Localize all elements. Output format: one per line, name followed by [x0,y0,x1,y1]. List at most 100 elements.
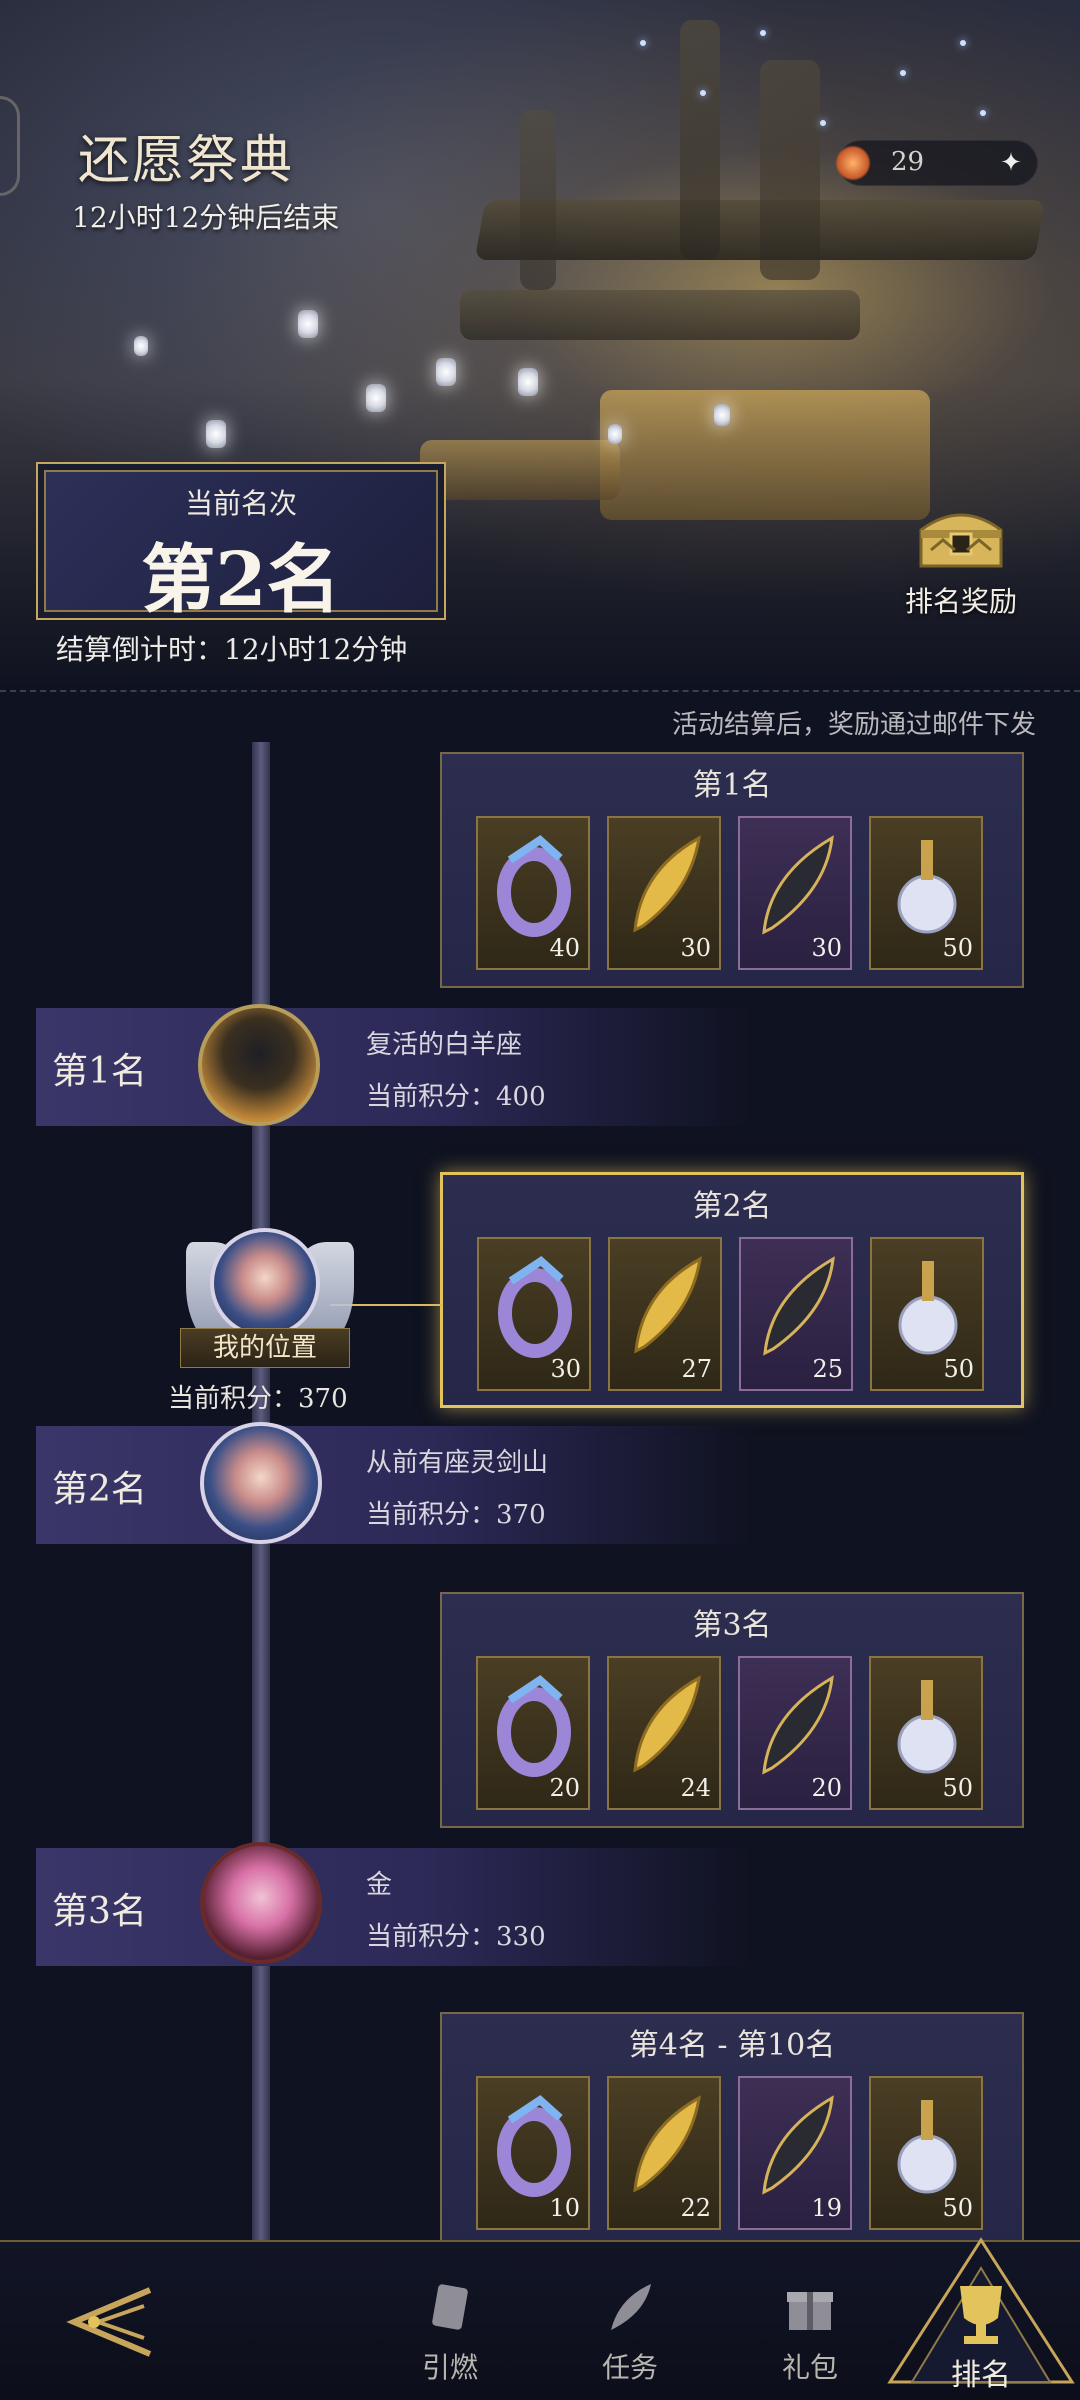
reward-panel-title: 第4名 - 第10名 [628,2028,836,2063]
golden-feather-icon [634,1256,702,1354]
serpent-ring-icon [497,1674,571,1777]
reward-item[interactable]: 20 [476,1656,590,1810]
reward-panel-rank-3: 第3名 20 24 20 50 [440,1592,1024,1828]
card-icon [432,2284,468,2330]
player-name: 复活的白羊座 [366,1030,523,1060]
reward-item[interactable]: 30 [477,1237,591,1391]
reward-item[interactable]: 50 [870,1237,984,1391]
crystal-bottle-icon [897,1680,957,1774]
reward-item[interactable]: 30 [738,816,852,970]
player-name: 从前有座灵剑山 [366,1448,549,1478]
bottom-nav: 引燃 任务 礼包 排名 [0,2237,1080,2400]
home-button[interactable] [54,2276,164,2366]
nav-label: 任务 [601,2351,658,2384]
mail-note: 活动结算后，奖励通过邮件下发 [671,710,1036,740]
settlement-countdown: 结算倒计时：12小时12分钟 [56,633,408,666]
spark-coin-icon [835,145,871,181]
row-rank: 第2名 [52,1469,147,1510]
reward-item[interactable]: 30 [607,816,721,970]
reward-item[interactable]: 19 [738,2076,852,2230]
player-score: 当前积分：330 [366,1922,546,1952]
item-quantity: 50 [943,1355,974,1383]
arrow-emblem-icon [66,2287,152,2357]
reward-panel-title: 第2名 [692,1189,772,1224]
serpent-ring-icon [498,1255,572,1358]
golden-feather-icon [633,2095,701,2193]
nav-label: 引燃 [421,2351,478,2384]
item-quantity: 22 [680,2194,711,2222]
item-quantity: 50 [942,2194,973,2222]
row-rank: 第1名 [52,1051,147,1092]
serpent-ring-icon [497,834,571,937]
rank-reward-label: 排名奖励 [904,585,1017,618]
my-position-marker: 我的位置 [180,1222,360,1402]
reward-item[interactable]: 27 [608,1237,722,1391]
crystal-bottle-icon [897,2100,957,2194]
avatar[interactable] [198,1004,320,1126]
nav-item-gifts[interactable]: 礼包 [750,2278,870,2386]
reward-item[interactable]: 22 [607,2076,721,2230]
reward-panel-rank-1: 第1名 40 30 30 50 [440,752,1024,988]
reward-item[interactable]: 50 [869,1656,983,1810]
player-name: 金 [366,1870,393,1900]
item-quantity: 20 [811,1774,842,1802]
my-position-badge: 我的位置 [180,1328,350,1368]
reward-item[interactable]: 20 [738,1656,852,1810]
nav-item-tasks[interactable]: 任务 [570,2278,690,2386]
add-currency-button[interactable]: ✦ [993,145,1029,181]
avatar[interactable] [200,1842,322,1964]
nav-item-ranking[interactable]: 排名 [882,2232,1080,2400]
quill-icon [611,2284,651,2330]
back-arc-icon[interactable] [0,96,20,196]
reward-item[interactable]: 25 [739,1237,853,1391]
current-rank-card: 当前名次 第2名 [36,462,446,623]
crystal-bottle-icon [897,840,957,934]
divider [0,690,1080,692]
dark-feather-icon [763,1256,835,1356]
event-timer: 12小时12分钟后结束 [72,201,340,234]
leaderboard-row[interactable]: 第1名 复活的白羊座 当前积分：400 [36,1004,756,1126]
item-quantity: 27 [681,1355,712,1383]
current-rank-value: 第2名 [141,537,341,623]
item-quantity: 30 [550,1355,581,1383]
currency-count: 29 [891,147,925,177]
player-score: 当前积分：400 [366,1082,546,1112]
nav-label: 排名 [951,2358,1011,2393]
item-quantity: 40 [549,934,580,962]
leaderboard-row[interactable]: 第3名 金 当前积分：330 [36,1842,756,1966]
dark-feather-icon [762,2095,834,2195]
reward-panel-rank-4-10: 第4名 - 第10名 10 22 19 50 [440,2012,1024,2248]
reward-item[interactable]: 10 [476,2076,590,2230]
my-position-score: 当前积分：370 [168,1384,348,1414]
item-quantity: 20 [549,1774,580,1802]
item-quantity: 50 [942,1774,973,1802]
golden-feather-icon [633,835,701,933]
reward-item[interactable]: 40 [476,816,590,970]
reward-panel-title: 第1名 [692,768,772,803]
nav-label: 礼包 [781,2351,838,2384]
reward-item[interactable]: 24 [607,1656,721,1810]
dark-feather-icon [762,835,834,935]
treasure-chest-icon [913,500,1009,570]
reward-panel-title: 第3名 [692,1608,772,1643]
reward-panel-rank-2: 第2名 30 27 25 50 [440,1172,1024,1408]
avatar[interactable] [200,1422,322,1544]
dark-feather-icon [762,1675,834,1775]
item-quantity: 10 [549,2194,580,2222]
item-quantity: 30 [811,934,842,962]
avatar[interactable] [210,1228,320,1338]
event-title: 还愿祭典 [78,131,295,191]
item-quantity: 24 [680,1774,711,1802]
player-score: 当前积分：370 [366,1500,546,1530]
current-rank-label: 当前名次 [184,487,297,520]
golden-feather-icon [633,1675,701,1773]
row-rank: 第3名 [52,1891,147,1932]
rank-reward-button[interactable]: 排名奖励 [896,490,1026,620]
crystal-bottle-icon [898,1261,958,1355]
reward-item[interactable]: 50 [869,816,983,970]
reward-item[interactable]: 50 [869,2076,983,2230]
nav-item-ignite[interactable]: 引燃 [390,2278,510,2386]
leaderboard-row[interactable]: 第2名 从前有座灵剑山 当前积分：370 [36,1422,756,1544]
gift-icon [787,2292,833,2330]
item-quantity: 25 [812,1355,843,1383]
